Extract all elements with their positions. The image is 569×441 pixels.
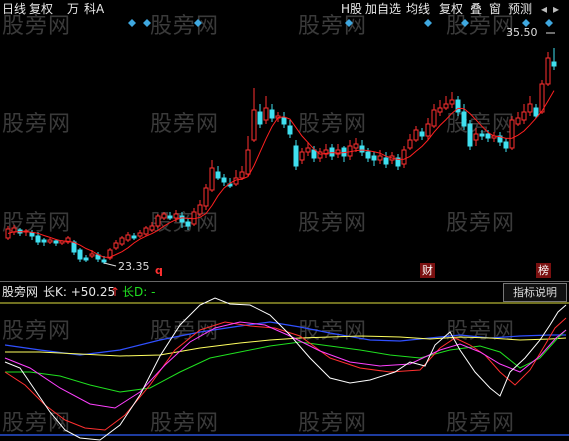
magenta-line [4, 321, 567, 409]
indicator-chart[interactable] [0, 0, 569, 441]
white-line [4, 297, 567, 441]
red-line [4, 317, 567, 431]
